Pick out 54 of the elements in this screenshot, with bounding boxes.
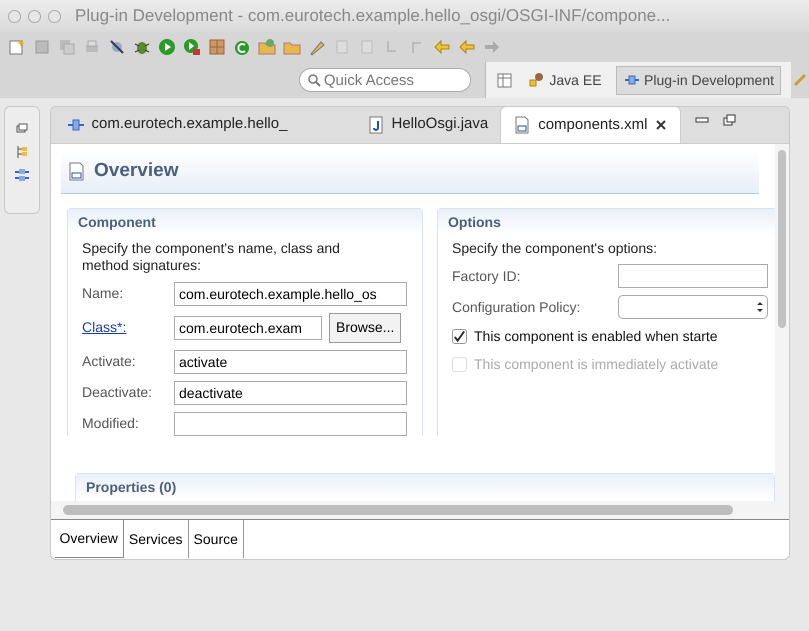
- check-icon: [453, 330, 466, 343]
- forward-icon[interactable]: [483, 38, 501, 56]
- close-icon[interactable]: [654, 118, 668, 132]
- save-icon[interactable]: [33, 38, 51, 56]
- last-edit-icon[interactable]: [433, 38, 451, 56]
- plug-icon[interactable]: [14, 167, 30, 183]
- field-label: Activate:: [82, 352, 137, 371]
- window-control-button[interactable]: [48, 10, 61, 22]
- new-class-icon[interactable]: [233, 38, 251, 56]
- field-label: Factory ID:: [452, 266, 522, 286]
- page-tab[interactable]: Overview: [54, 520, 124, 558]
- maximize-icon[interactable]: [723, 114, 738, 126]
- window-control-button[interactable]: [8, 10, 21, 22]
- editor-tab[interactable]: components.xml: [500, 107, 682, 143]
- window-title: Plug-in Development - com.eurotech.example.hello_osgi/OSGI-INF/compone...: [75, 5, 670, 28]
- section-description: Specify the component's name, class and method signatures:: [81, 238, 341, 274]
- search-field[interactable]: Quick Access: [298, 68, 471, 92]
- component-file-icon: [513, 116, 532, 134]
- run-tool-icon[interactable]: [183, 38, 201, 56]
- skip-breakpoints-icon[interactable]: [108, 38, 126, 56]
- form-title: Overview: [94, 159, 178, 184]
- input-field[interactable]: com.eurotech.example.hello_os: [174, 282, 407, 306]
- dropdown-field[interactable]: [618, 295, 768, 319]
- package-icon[interactable]: [208, 38, 226, 56]
- search-icon: [306, 73, 321, 87]
- java-file-icon: [366, 116, 384, 134]
- input-field[interactable]: [174, 412, 407, 436]
- checkbox[interactable]: This component is enabled when starte: [452, 326, 777, 347]
- field-label: Deactivate:: [82, 383, 154, 402]
- field-label: Configuration Policy:: [452, 298, 582, 317]
- class-link[interactable]: Class*:: [82, 317, 174, 338]
- input-field[interactable]: com.eurotech.exam: [174, 316, 322, 340]
- perspective-button[interactable]: Java EE: [520, 66, 609, 94]
- back-icon[interactable]: [458, 38, 476, 56]
- section-description: Specify the component's options:: [451, 238, 658, 257]
- input-field[interactable]: activate: [174, 350, 407, 374]
- new-file-icon[interactable]: [8, 38, 26, 56]
- field-label: Name:: [82, 284, 124, 303]
- editor-tab[interactable]: HelloOsgi.java: [354, 107, 500, 143]
- folder-icon[interactable]: [258, 38, 276, 56]
- vertical-scrollbar[interactable]: [775, 144, 789, 519]
- spinner-arrows-icon: [756, 301, 764, 313]
- browse-button[interactable]: Browse...: [329, 312, 402, 342]
- input-field[interactable]: [618, 264, 768, 288]
- save-all-icon[interactable]: [58, 38, 76, 56]
- horizontal-scrollbar[interactable]: [51, 501, 776, 519]
- field-label: Modified:: [82, 414, 140, 433]
- editor-tab[interactable]: com.eurotech.example.hello_: [54, 107, 354, 143]
- open-perspective-icon[interactable]: [496, 71, 514, 89]
- run-icon[interactable]: [158, 38, 176, 56]
- beans-icon: [528, 71, 546, 89]
- perspective-button[interactable]: Plug-in Development: [616, 66, 781, 94]
- window-control-button[interactable]: [28, 10, 41, 22]
- input-field[interactable]: deactivate: [174, 380, 407, 404]
